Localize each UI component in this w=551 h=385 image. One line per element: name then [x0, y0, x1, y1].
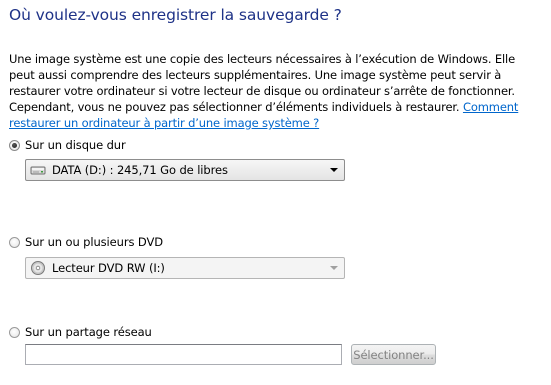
dvd-dropdown-value: Lecteur DVD RW (I:)	[52, 261, 165, 275]
radio-network-label: Sur un partage réseau	[25, 325, 152, 339]
radio-button-checked[interactable]	[9, 139, 20, 151]
hard-drive-icon	[30, 162, 46, 178]
radio-dvd-label: Sur un ou plusieurs DVD	[25, 235, 163, 249]
chevron-down-icon	[326, 160, 342, 180]
page-title: Où voulez-vous enregistrer la sauvegarde…	[9, 6, 342, 24]
dvd-drive-icon	[30, 260, 46, 276]
description-text: Une image système est une copie des lect…	[9, 52, 515, 114]
radio-hard-disk-label: Sur un disque dur	[25, 138, 126, 152]
dvd-dropdown[interactable]: Lecteur DVD RW (I:)	[25, 257, 345, 279]
network-path-input[interactable]	[25, 344, 342, 365]
radio-network[interactable]: Sur un partage réseau	[9, 325, 152, 339]
radio-dvd[interactable]: Sur un ou plusieurs DVD	[9, 235, 163, 249]
description: Une image système est une copie des lect…	[9, 51, 544, 131]
chevron-down-icon	[326, 258, 342, 278]
radio-button-unchecked[interactable]	[9, 326, 20, 338]
hard-disk-dropdown-value: DATA (D:) : 245,71 Go de libres	[52, 163, 228, 177]
radio-hard-disk[interactable]: Sur un disque dur	[9, 138, 126, 152]
radio-button-unchecked[interactable]	[9, 236, 20, 248]
select-button[interactable]: Sélectionner...	[351, 344, 436, 365]
hard-disk-dropdown[interactable]: DATA (D:) : 245,71 Go de libres	[25, 159, 345, 181]
